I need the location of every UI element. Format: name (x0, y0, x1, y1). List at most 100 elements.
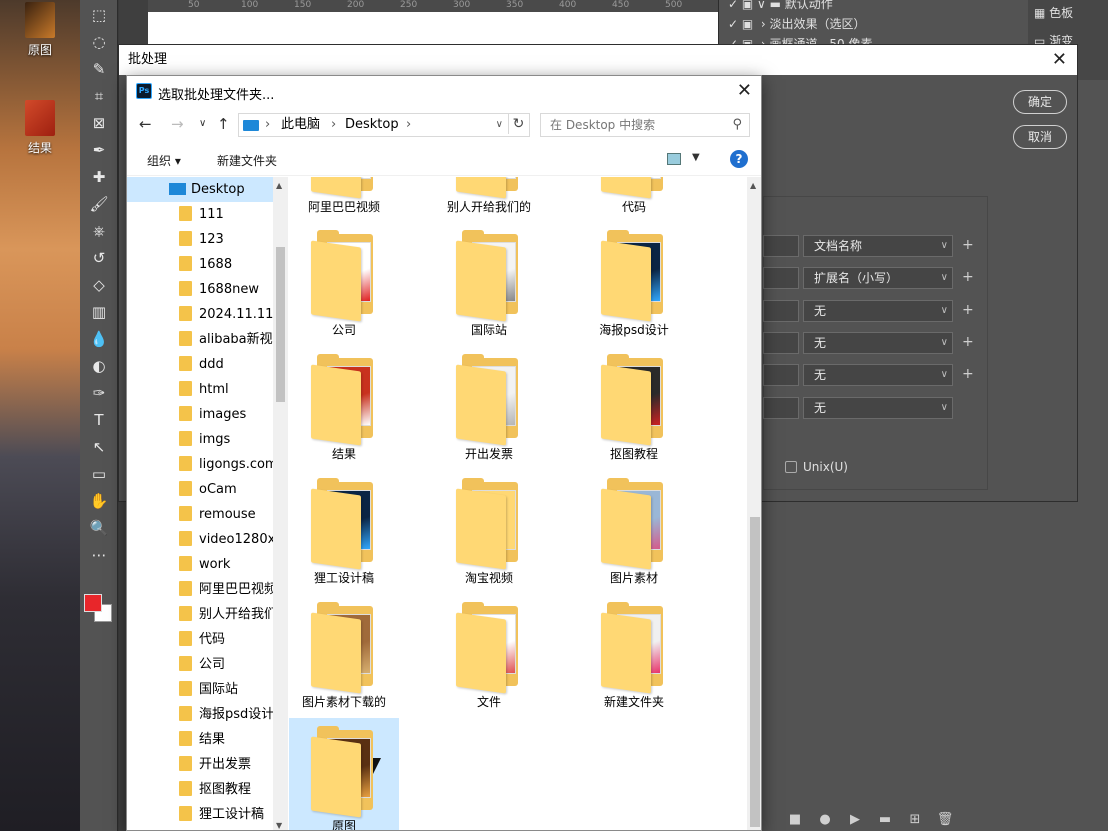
type-icon[interactable]: T (87, 409, 111, 431)
tree-item[interactable]: remouse (127, 502, 273, 527)
tree-item[interactable]: imgs (127, 427, 273, 452)
folder-tile[interactable]: 国际站 (434, 222, 544, 344)
more-icon[interactable]: ⋯ (87, 544, 111, 566)
brush-icon[interactable]: 🖌 (87, 193, 111, 215)
folder-tile[interactable]: 图片素材 (579, 470, 689, 592)
naming-select[interactable]: 无 ∨ (803, 397, 953, 419)
desktop-icon-result[interactable]: 结果 (18, 100, 62, 156)
tree-item[interactable]: 阿里巴巴视频 (127, 577, 273, 602)
dodge-icon[interactable]: ◐ (87, 355, 111, 377)
naming-select[interactable]: 无 ∨ (803, 364, 953, 386)
frame-icon[interactable]: ⊠ (87, 112, 111, 134)
action-set-row[interactable]: ✓ ▣ ∨ ▬ 默认动作 (728, 0, 833, 12)
naming-select[interactable]: 文档名称 ∨ (803, 235, 953, 257)
tree-item[interactable]: 国际站 (127, 677, 273, 702)
foreground-color-swatch[interactable] (84, 594, 102, 612)
naming-text-field[interactable] (763, 397, 799, 419)
folder-tile[interactable]: 阿里巴巴视频 (289, 177, 399, 221)
tree-item[interactable]: 公司 (127, 652, 273, 677)
grid-scroll-thumb[interactable] (750, 517, 760, 827)
breadcrumb-desktop[interactable]: Desktop (345, 114, 399, 136)
tree-item[interactable]: 1688 (127, 252, 273, 277)
new-set-icon[interactable]: ▬ (870, 812, 900, 827)
chevron-down-icon[interactable]: ▼ (692, 152, 700, 163)
add-field-icon[interactable]: + (962, 302, 974, 318)
tree-item[interactable]: html (127, 377, 273, 402)
path-select-icon[interactable]: ↖ (87, 436, 111, 458)
tree-item[interactable]: oCam (127, 477, 273, 502)
tree-item[interactable]: 开出发票 (127, 752, 273, 777)
naming-select[interactable]: 扩展名（小写） ∨ (803, 267, 953, 289)
gradient-icon[interactable]: ▥ (87, 301, 111, 323)
help-icon[interactable]: ? (730, 150, 748, 168)
unix-checkbox[interactable]: Unix(U) (785, 460, 848, 474)
canvas[interactable] (148, 12, 718, 44)
folder-tile[interactable]: 狸工设计稿 (289, 470, 399, 592)
folder-tile[interactable]: 别人开给我们的 (434, 177, 544, 221)
address-history-chevron-icon[interactable]: ∨ (496, 114, 503, 136)
blur-icon[interactable]: 💧 (87, 328, 111, 350)
tree-item[interactable]: ligongs.com (127, 452, 273, 477)
tree-item[interactable]: 111 (127, 202, 273, 227)
naming-select[interactable]: 无 ∨ (803, 300, 953, 322)
tree-item[interactable]: video1280x720 (127, 527, 273, 552)
folder-tile[interactable]: 结果 (289, 346, 399, 468)
folder-tile[interactable]: 原图 (289, 718, 399, 830)
pen-icon[interactable]: ✑ (87, 382, 111, 404)
chevron-down-icon[interactable]: ∨ (199, 118, 206, 129)
folder-tile[interactable]: 文件 (434, 594, 544, 716)
add-field-icon[interactable]: + (962, 334, 974, 350)
tree-item[interactable]: 狸工设计稿 (127, 802, 273, 827)
action-row[interactable]: ✓ ▣ › 淡出效果（选区） (728, 15, 865, 32)
tree-item[interactable]: 2024.11.11 (127, 302, 273, 327)
naming-text-field[interactable] (763, 332, 799, 354)
view-options-icon[interactable] (667, 153, 681, 165)
shape-icon[interactable]: ▭ (87, 463, 111, 485)
tree-item[interactable]: 代码 (127, 627, 273, 652)
add-field-icon[interactable]: + (962, 366, 974, 382)
tree-item[interactable]: work (127, 552, 273, 577)
history-brush-icon[interactable]: ↺ (87, 247, 111, 269)
tree-item[interactable]: alibaba新视频 (127, 327, 273, 352)
stamp-icon[interactable]: ⎈ (87, 220, 111, 242)
new-folder-button[interactable]: 新建文件夹 (217, 152, 277, 169)
naming-select[interactable]: 无 ∨ (803, 332, 953, 354)
tree-item[interactable]: 123 (127, 227, 273, 252)
naming-text-field[interactable] (763, 267, 799, 289)
close-icon[interactable]: ✕ (1052, 45, 1067, 75)
search-input[interactable]: 在 Desktop 中搜索 ⚲ (540, 113, 750, 137)
quick-select-icon[interactable]: ✎ (87, 58, 111, 80)
folder-tile[interactable]: 图片素材下载的 (289, 594, 399, 716)
tree-item[interactable]: 抠图教程 (127, 777, 273, 802)
checkbox-box[interactable] (785, 461, 797, 473)
naming-text-field[interactable] (763, 364, 799, 386)
back-arrow-icon[interactable]: ← (139, 115, 152, 133)
stop-icon[interactable]: ■ (780, 812, 810, 827)
folder-tile[interactable]: 开出发票 (434, 346, 544, 468)
organize-menu[interactable]: 组织 ▾ (147, 152, 181, 169)
desktop-icon-original[interactable]: 原图 (18, 2, 62, 58)
eraser-icon[interactable]: ◇ (87, 274, 111, 296)
swatches-tab[interactable]: ▦ 色板 (1034, 4, 1073, 21)
play-icon[interactable]: ▶ (840, 812, 870, 827)
record-icon[interactable]: ● (810, 812, 840, 827)
tree-scroll-thumb[interactable] (276, 247, 285, 402)
zoom-icon[interactable]: 🔍 (87, 517, 111, 539)
tree-item[interactable]: images (127, 402, 273, 427)
folder-tile[interactable]: 抠图教程 (579, 346, 689, 468)
healing-icon[interactable]: ✚ (87, 166, 111, 188)
add-field-icon[interactable]: + (962, 237, 974, 253)
hand-icon[interactable]: ✋ (87, 490, 111, 512)
lasso-icon[interactable]: ◌ (87, 31, 111, 53)
folder-tile[interactable]: 公司 (289, 222, 399, 344)
tree-item[interactable]: 1688new (127, 277, 273, 302)
scroll-up-icon[interactable]: ▲ (276, 181, 282, 190)
tree-scrollbar[interactable]: ▲ ▼ (273, 177, 288, 830)
marquee-icon[interactable]: ⬚ (87, 4, 111, 26)
eyedropper-icon[interactable]: ✒ (87, 139, 111, 161)
cancel-button[interactable]: 取消 (1013, 125, 1067, 149)
tree-item[interactable]: 结果 (127, 727, 273, 752)
folder-tile[interactable]: 代码 (579, 177, 689, 221)
tree-item[interactable]: 海报psd设计 (127, 702, 273, 727)
scroll-down-icon[interactable]: ▼ (276, 821, 282, 830)
